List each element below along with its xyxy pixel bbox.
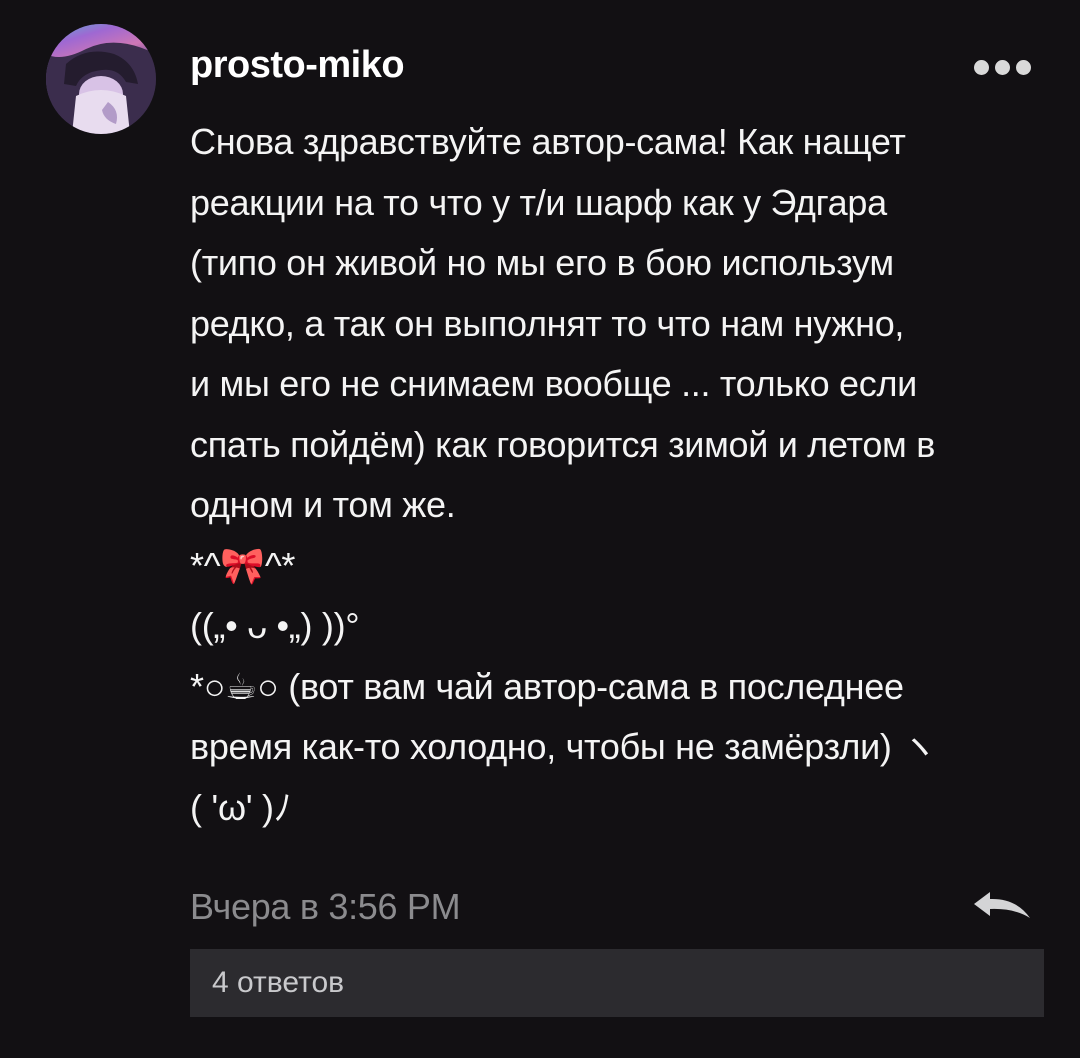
- more-dots-icon: [994, 59, 1010, 75]
- comment-line: ((„• ᴗ •„) ))°: [190, 605, 360, 646]
- comment-line: спать пойдём) как говорится зимой и лето…: [190, 423, 936, 465]
- comment-body: Снова здравствуйте автор-сама! Как нащет…: [190, 112, 1060, 838]
- more-dots-icon: [973, 59, 989, 75]
- comment-line: реакции на то что у т/и шарф как у Эдгар…: [190, 181, 887, 223]
- comment-line: *○☕○ (вот вам чай автор-сама в последнее: [190, 665, 904, 707]
- replies-count-button[interactable]: 4 ответов: [190, 949, 1044, 1017]
- comment-line: одном и том же.: [190, 484, 456, 525]
- comment-line: время как-то холодно, чтобы не замёрзли)…: [190, 726, 937, 767]
- avatar-image: [46, 24, 156, 134]
- comment-line: ( 'ω' )ﾉ: [190, 786, 292, 828]
- comment-line: Снова здравствуйте автор-сама! Как нащет: [190, 121, 906, 162]
- avatar[interactable]: [46, 24, 156, 134]
- comment-line: редко, а так он выполнят то что нам нужн…: [190, 302, 905, 344]
- comment-timestamp: Вчера в 3:56 PM: [190, 886, 461, 927]
- more-options-button[interactable]: [966, 52, 1038, 82]
- comment-line: (типо он живой но мы его в бою использум: [190, 242, 894, 283]
- author-name[interactable]: prosto-miko: [190, 44, 405, 87]
- more-dots-icon: [1015, 59, 1031, 75]
- reply-button[interactable]: [970, 888, 1034, 928]
- reply-arrow-icon: [974, 892, 1030, 918]
- comment-line: *^🎀^*: [190, 544, 296, 586]
- comment-line: и мы его не снимаем вообще ... только ес…: [190, 363, 917, 404]
